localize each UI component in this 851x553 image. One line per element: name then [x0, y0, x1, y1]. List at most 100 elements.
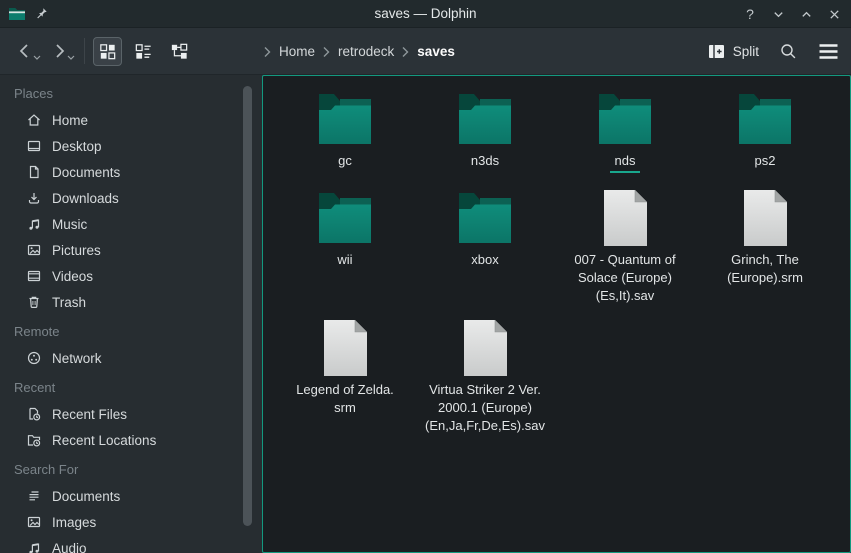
folder-item-ps2[interactable]: ps2: [695, 90, 835, 173]
item-label: Virtua Striker 2 Ver.2000.1 (Europe)(En,…: [425, 381, 545, 435]
forward-dropdown-caret[interactable]: [67, 49, 75, 64]
sidebar-item-label: Pictures: [52, 243, 101, 258]
file-item-legend-of-zelda[interactable]: Legend of Zelda.srm: [275, 319, 415, 435]
file-grid: gc n3ds nds ps2 wii xbox 007 - Quantum o…: [275, 90, 850, 435]
sidebar-item-pictures[interactable]: Pictures: [0, 237, 262, 263]
window-title: saves — Dolphin: [374, 0, 476, 28]
forward-button[interactable]: [44, 36, 74, 66]
sidebar-item-audio[interactable]: Audio: [0, 535, 262, 553]
toolbar: Home retrodeck saves Split: [0, 28, 851, 75]
sidebar-item-label: Network: [52, 351, 102, 366]
file-item-grinch-the[interactable]: Grinch, The(Europe).srm: [695, 189, 835, 305]
grid-row: gc n3ds nds ps2: [275, 90, 850, 173]
sidebar-scrollbar[interactable]: [243, 86, 252, 526]
folder-item-xbox[interactable]: xbox: [415, 189, 555, 305]
maximize-button[interactable]: [797, 5, 815, 23]
sidebar-item-label: Downloads: [52, 191, 119, 206]
minimize-button[interactable]: [769, 5, 787, 23]
sidebar-item-label: Music: [52, 217, 87, 232]
breadcrumb-segment-saves[interactable]: saves: [417, 44, 455, 59]
folder-item-gc[interactable]: gc: [275, 90, 415, 173]
toolbar-separator: [84, 38, 85, 64]
sidebar-item-downloads[interactable]: Downloads: [0, 185, 262, 211]
item-label: Grinch, The(Europe).srm: [727, 251, 803, 287]
app-folder-icon: [8, 7, 26, 21]
desktop-icon: [26, 138, 42, 154]
sidebar-item-label: Recent Locations: [52, 433, 156, 448]
folder-view: gc n3ds nds ps2 wii xbox 007 - Quantum o…: [262, 75, 851, 553]
breadcrumb-chevron-icon[interactable]: [322, 46, 331, 58]
file-icon: [602, 189, 649, 247]
sidebar-item-trash[interactable]: Trash: [0, 289, 262, 315]
home-icon: [26, 112, 42, 128]
places-panel: Places Home Desktop Documents Downloads Music…: [0, 75, 262, 553]
sidebar-item-network[interactable]: Network: [0, 345, 262, 371]
section-header-search-for: Search For: [0, 457, 262, 483]
breadcrumb-chevron-icon[interactable]: [401, 46, 410, 58]
sidebar-item-recent-files[interactable]: Recent Files: [0, 401, 262, 427]
split-button[interactable]: Split: [708, 44, 759, 59]
breadcrumb-segment-retrodeck[interactable]: retrodeck: [338, 44, 394, 59]
folder-icon: [457, 189, 513, 247]
sidebar-item-documents[interactable]: Documents: [0, 483, 262, 509]
network-icon: [26, 350, 42, 366]
folder-item-nds[interactable]: nds: [555, 90, 695, 173]
sidebar-item-label: Documents: [52, 165, 120, 180]
sidebar-item-home[interactable]: Home: [0, 107, 262, 133]
recent-folder-icon: [26, 432, 42, 448]
section-header-remote: Remote: [0, 319, 262, 345]
section-header-places: Places: [0, 81, 262, 107]
close-button[interactable]: [825, 5, 843, 23]
sidebar-item-images[interactable]: Images: [0, 509, 262, 535]
sidebar-sections: Places Home Desktop Documents Downloads Music…: [0, 81, 262, 553]
item-label: wii: [337, 251, 352, 269]
details-view-button[interactable]: [165, 37, 194, 66]
back-button[interactable]: [10, 36, 40, 66]
file-icon: [322, 319, 369, 377]
compact-view-button[interactable]: [129, 37, 158, 66]
sidebar-item-label: Trash: [52, 295, 86, 310]
folder-icon: [737, 90, 793, 148]
item-label: Legend of Zelda.srm: [296, 381, 394, 417]
sidebar-item-recent-locations[interactable]: Recent Locations: [0, 427, 262, 453]
sidebar-item-label: Audio: [52, 541, 87, 553]
breadcrumb-segment-home[interactable]: Home: [279, 44, 315, 59]
document-lines-icon: [26, 488, 42, 504]
sidebar-item-label: Videos: [52, 269, 93, 284]
split-button-label: Split: [733, 44, 759, 59]
film-icon: [26, 268, 42, 284]
sidebar-item-music[interactable]: Music: [0, 211, 262, 237]
sidebar-item-label: Images: [52, 515, 96, 530]
recent-file-icon: [26, 406, 42, 422]
section-header-recent: Recent: [0, 375, 262, 401]
sidebar-item-videos[interactable]: Videos: [0, 263, 262, 289]
sidebar-item-documents[interactable]: Documents: [0, 159, 262, 185]
item-label: nds: [610, 152, 641, 173]
sidebar-item-label: Documents: [52, 489, 120, 504]
item-label: n3ds: [471, 152, 499, 170]
item-label: xbox: [471, 251, 498, 269]
folder-icon: [597, 90, 653, 148]
item-label: gc: [338, 152, 352, 170]
hamburger-menu-icon[interactable]: [818, 43, 839, 60]
folder-item-n3ds[interactable]: n3ds: [415, 90, 555, 173]
icons-view-button[interactable]: [93, 37, 122, 66]
file-item-007-quantum-of[interactable]: 007 - Quantum ofSolace (Europe)(Es,It).s…: [555, 189, 695, 305]
image-icon: [26, 514, 42, 530]
titlebar: saves — Dolphin ?: [0, 0, 851, 28]
back-dropdown-caret[interactable]: [33, 49, 41, 64]
file-icon: [462, 319, 509, 377]
pin-icon[interactable]: [35, 7, 48, 20]
music-note-icon: [26, 216, 42, 232]
sidebar-item-desktop[interactable]: Desktop: [0, 133, 262, 159]
folder-icon: [317, 189, 373, 247]
file-icon: [742, 189, 789, 247]
document-icon: [26, 164, 42, 180]
file-item-virtua-striker-2-ver[interactable]: Virtua Striker 2 Ver.2000.1 (Europe)(En,…: [415, 319, 555, 435]
sidebar-item-label: Home: [52, 113, 88, 128]
search-icon[interactable]: [779, 42, 798, 61]
breadcrumb-chevron-icon[interactable]: [263, 46, 272, 58]
help-button[interactable]: ?: [741, 5, 759, 23]
folder-item-wii[interactable]: wii: [275, 189, 415, 305]
breadcrumb: Home retrodeck saves: [263, 28, 455, 75]
